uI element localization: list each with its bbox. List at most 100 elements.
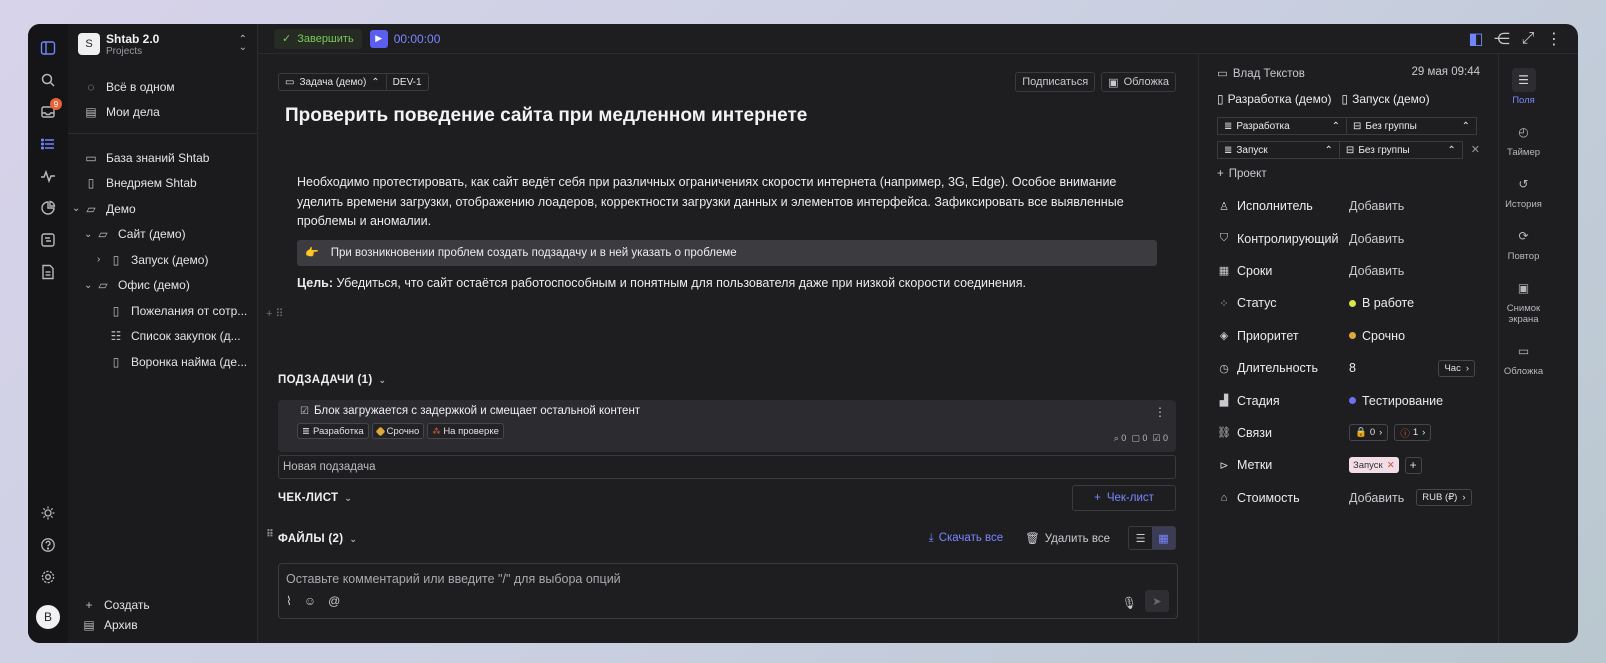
field-value[interactable]: Тестирование (1362, 394, 1443, 408)
task-type-selector[interactable]: ▭ Задача (демо) ⌃ DEV-1 (278, 73, 429, 91)
project-link-2[interactable]: ▯ Запуск (демо) (1342, 92, 1430, 106)
field-value[interactable]: Добавить (1349, 199, 1404, 213)
author[interactable]: ▭ Влад Текстов (1217, 66, 1305, 80)
field-duration[interactable]: ◷ Длительность 8 Час › (1217, 352, 1480, 384)
activity-icon[interactable] (36, 164, 60, 188)
tab-cover[interactable]: ▭ Обложка (1502, 339, 1546, 377)
chevron-down-icon[interactable]: ⌄ (84, 280, 96, 291)
new-subtask-input[interactable]: Новая подзадача (278, 455, 1176, 479)
blocking-chip[interactable]: ⓘ 1 › (1394, 424, 1432, 442)
grid-view-icon[interactable]: ▦ (1152, 527, 1175, 549)
mention-icon[interactable]: @ (328, 594, 340, 608)
sidebar-item-office[interactable]: ⌄ ▱ Офис (демо) (68, 273, 257, 299)
share-icon[interactable]: ⋲ (1494, 31, 1510, 48)
currency-select[interactable]: RUB (₽) › (1416, 489, 1472, 507)
drag-handle-icon[interactable]: ⠿ (266, 529, 274, 540)
chevron-right-icon[interactable]: › (97, 254, 109, 265)
list-view-icon[interactable]: ☰ (1129, 527, 1152, 549)
task-goal[interactable]: Цель: Убедиться, что сайт остаётся работ… (297, 276, 1176, 290)
play-timer-button[interactable]: ▶ (369, 29, 388, 48)
microphone-icon[interactable]: 🎙 (1122, 596, 1137, 610)
tasks-list-icon[interactable] (36, 132, 60, 156)
more-vertical-icon[interactable]: ⋮ (1154, 405, 1166, 419)
theme-sun-icon[interactable] (36, 501, 60, 525)
reports-pie-icon[interactable] (36, 196, 60, 220)
comment-input[interactable]: Оставьте комментарий или введите "/" для… (278, 563, 1178, 619)
field-links[interactable]: ⛓ Связи 🔒 0 › ⓘ 1 › (1217, 417, 1480, 449)
delete-all-button[interactable]: 🗑 Удалить все (1025, 531, 1110, 545)
remove-project-icon[interactable]: ✕ (1471, 141, 1480, 159)
toggle-sidebar-icon[interactable] (36, 36, 60, 60)
field-value[interactable]: Добавить (1349, 232, 1404, 246)
add-checklist-button[interactable]: + Чек-лист (1072, 485, 1176, 511)
chevron-down-icon[interactable]: ⌄ (84, 229, 96, 240)
tag-priority[interactable]: Срочно (371, 423, 425, 439)
tab-history[interactable]: ↺ История (1502, 172, 1546, 210)
sidebar-item-wishes[interactable]: ▯ Пожелания от сотр... (68, 298, 257, 324)
sidebar-item-all-in-one[interactable]: ◌ Всё в одном (68, 74, 257, 100)
emoji-icon[interactable]: ☺ (304, 594, 316, 608)
settings-gear-icon[interactable] (36, 565, 60, 589)
field-status[interactable]: ⁘ Статус В работе (1217, 287, 1480, 319)
subtasks-header[interactable]: ПОДЗАДАЧИ (1) ⌄ (278, 374, 386, 386)
attach-icon[interactable]: ⌇ (286, 594, 292, 608)
duration-unit-select[interactable]: Час › (1438, 359, 1475, 377)
sidebar-item-my-tasks[interactable]: ▤ Мои дела (68, 100, 257, 126)
more-vertical-icon[interactable]: ⋮ (1546, 31, 1562, 48)
download-all-button[interactable]: ⤓ Скачать все (929, 532, 1004, 545)
subscribe-button[interactable]: Подписаться (1015, 72, 1096, 92)
group-select[interactable]: ⊟ Без группы ⌃ (1347, 117, 1477, 135)
sidebar-item-knowledge-base[interactable]: ▭ База знаний Shtab (68, 145, 257, 171)
field-value[interactable]: В работе (1362, 296, 1414, 310)
group-select[interactable]: ⊟ Без группы ⌃ (1339, 141, 1463, 159)
field-value[interactable]: Добавить (1349, 491, 1404, 505)
integrations-icon[interactable] (36, 228, 60, 252)
field-value[interactable]: Добавить (1349, 264, 1404, 278)
field-value[interactable]: Срочно (1362, 329, 1405, 343)
blocked-by-chip[interactable]: 🔒 0 › (1349, 424, 1389, 442)
field-controller[interactable]: ⛉ Контролирующий Добавить (1217, 222, 1480, 254)
documents-icon[interactable] (36, 260, 60, 284)
files-view-toggle[interactable]: ☰ ▦ (1128, 526, 1176, 550)
sidebar-item-launch[interactable]: › ▯ Запуск (демо) (68, 247, 257, 273)
field-cost[interactable]: ⌂ Стоимость Добавить RUB (₽) › (1217, 482, 1480, 514)
send-button[interactable]: ➤ (1145, 590, 1169, 612)
project-select[interactable]: ≣ Запуск ⌃ (1217, 141, 1340, 159)
field-deadline[interactable]: ▦ Сроки Добавить (1217, 255, 1480, 287)
project-select[interactable]: ≣ Разработка ⌃ (1217, 117, 1347, 135)
chevron-down-icon[interactable]: ⌄ (72, 203, 84, 214)
panel-layout-icon[interactable]: ◧ (1468, 31, 1484, 48)
checkbox-icon[interactable]: ☑ (300, 406, 309, 417)
task-description[interactable]: Необходимо протестировать, как сайт ведё… (297, 173, 1147, 232)
close-icon[interactable]: ✕ (1387, 460, 1395, 471)
chevron-updown-icon[interactable]: ⌃ ⌄ (239, 35, 247, 53)
search-icon[interactable] (36, 68, 60, 92)
tag-project[interactable]: ≣ Разработка (297, 423, 369, 439)
project-link-1[interactable]: ▯ Разработка (демо) (1217, 92, 1332, 106)
user-avatar[interactable]: B (36, 605, 60, 629)
callout-block[interactable]: 👉 При возникновении проблем создать подз… (297, 239, 1157, 266)
finish-button[interactable]: ✓ Завершить (274, 28, 362, 49)
files-header[interactable]: ⠿ ФАЙЛЫ (2) ⌄ (266, 529, 357, 545)
archive-button[interactable]: ▤ Архив (68, 615, 257, 635)
expand-icon[interactable]: ⤢ (1520, 30, 1536, 47)
field-priority[interactable]: ◈ Приоритет Срочно (1217, 320, 1480, 352)
task-title[interactable]: Проверить поведение сайта при медленном … (285, 105, 1176, 127)
tag-status[interactable]: ⁂ На проверке (427, 423, 504, 439)
cover-button[interactable]: ▣ Обложка (1101, 72, 1176, 92)
field-labels[interactable]: ⊳ Метки Запуск ✕ + (1217, 449, 1480, 481)
add-project-button[interactable]: + Проект (1217, 168, 1480, 180)
tab-timer[interactable]: ◴ Таймер (1502, 120, 1546, 158)
help-icon[interactable] (36, 533, 60, 557)
subtask-item[interactable]: ☑ Блок загружается с задержкой и смещает… (278, 400, 1176, 452)
tab-screenshot[interactable]: ▣ Снимок экрана (1502, 276, 1546, 325)
create-button[interactable]: + Создать (68, 595, 257, 615)
sidebar-item-site[interactable]: ⌄ ▱ Сайт (демо) (68, 222, 257, 248)
workspace-switcher[interactable]: S Shtab 2.0 Projects ⌃ ⌄ (68, 24, 257, 64)
tab-fields[interactable]: ☰ Поля (1502, 68, 1546, 106)
add-label-button[interactable]: + (1404, 456, 1422, 474)
field-value[interactable]: 8 (1349, 361, 1356, 375)
sidebar-item-purchases[interactable]: ☷ Список закупок (д... (68, 324, 257, 350)
add-block-handle-icon[interactable]: + ⠿ (266, 307, 284, 320)
field-assignee[interactable]: ♙ Исполнитель Добавить (1217, 190, 1480, 222)
